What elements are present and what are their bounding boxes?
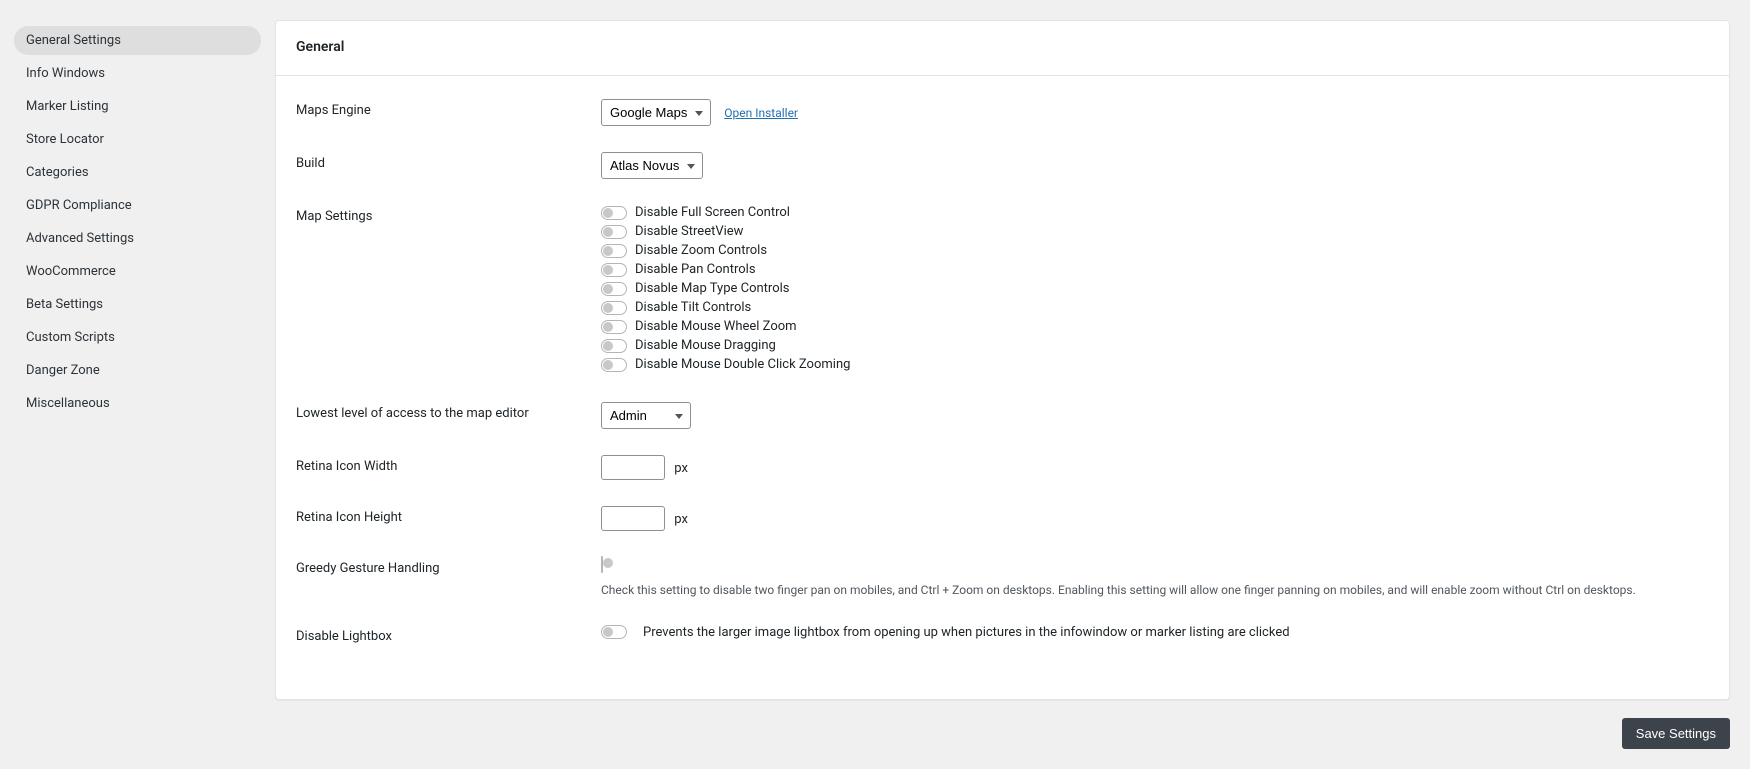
sidebar-item-advanced-settings[interactable]: Advanced Settings	[14, 224, 261, 253]
sidebar-item-label: Custom Scripts	[26, 330, 115, 345]
label-access-level: Lowest level of access to the map editor	[296, 402, 601, 421]
sidebar-item-label: WooCommerce	[26, 264, 116, 279]
settings-panel: General Maps Engine Google Maps Open Ins…	[275, 20, 1730, 700]
access-level-select[interactable]: Admin	[601, 402, 691, 429]
toggle-disable-full-screen-control[interactable]	[601, 206, 627, 220]
sidebar-item-label: Danger Zone	[26, 363, 100, 378]
unit-suffix: px	[674, 512, 688, 527]
sidebar-item-beta-settings[interactable]: Beta Settings	[14, 290, 261, 319]
row-greedy-gesture: Greedy Gesture Handling Check this setti…	[296, 544, 1709, 612]
sidebar-item-store-locator[interactable]: Store Locator	[14, 125, 261, 154]
panel-title: General	[276, 21, 1729, 76]
label-greedy-gesture: Greedy Gesture Handling	[296, 557, 601, 576]
page-footer: Save Settings	[0, 700, 1750, 769]
sidebar-item-custom-scripts[interactable]: Custom Scripts	[14, 323, 261, 352]
sidebar-item-miscellaneous[interactable]: Miscellaneous	[14, 389, 261, 418]
sidebar-item-info-windows[interactable]: Info Windows	[14, 59, 261, 88]
toggle-greedy-gesture[interactable]	[601, 556, 603, 573]
label-build: Build	[296, 152, 601, 171]
toggle-disable-mouse-wheel-zoom[interactable]	[601, 320, 627, 334]
label-map-settings: Map Settings	[296, 205, 601, 224]
label-disable-lightbox: Disable Lightbox	[296, 625, 601, 644]
build-select[interactable]: Atlas Novus	[601, 152, 703, 179]
row-maps-engine: Maps Engine Google Maps Open Installer	[296, 86, 1709, 139]
sidebar-item-label: General Settings	[26, 33, 121, 48]
toggle-label: Disable Mouse Wheel Zoom	[635, 319, 797, 334]
toggle-disable-zoom-controls[interactable]	[601, 244, 627, 258]
sidebar-item-label: Categories	[26, 165, 89, 180]
save-settings-button[interactable]: Save Settings	[1622, 718, 1730, 749]
label-retina-height: Retina Icon Height	[296, 506, 601, 525]
row-access-level: Lowest level of access to the map editor…	[296, 389, 1709, 442]
sidebar-item-general-settings[interactable]: General Settings	[14, 26, 261, 55]
helper-greedy-gesture: Check this setting to disable two finger…	[601, 582, 1709, 599]
retina-height-input[interactable]	[601, 506, 665, 531]
retina-width-input[interactable]	[601, 455, 665, 480]
toggle-disable-map-type-controls[interactable]	[601, 282, 627, 296]
toggle-disable-tilt-controls[interactable]	[601, 301, 627, 315]
sidebar-item-marker-listing[interactable]: Marker Listing	[14, 92, 261, 121]
toggle-disable-mouse-dragging[interactable]	[601, 339, 627, 353]
sidebar-item-label: GDPR Compliance	[26, 198, 132, 213]
toggle-label: Disable Full Screen Control	[635, 205, 790, 220]
toggle-disable-pan-controls[interactable]	[601, 263, 627, 277]
sidebar-item-label: Info Windows	[26, 66, 105, 81]
sidebar-item-label: Marker Listing	[26, 99, 109, 114]
row-map-settings: Map Settings Disable Full Screen Control…	[296, 192, 1709, 389]
toggle-disable-lightbox[interactable]	[601, 625, 627, 639]
row-disable-lightbox: Disable Lightbox Prevents the larger ima…	[296, 612, 1709, 657]
toggle-label: Disable Mouse Double Click Zooming	[635, 357, 850, 372]
row-retina-height: Retina Icon Height px	[296, 493, 1709, 544]
sidebar-item-gdpr-compliance[interactable]: GDPR Compliance	[14, 191, 261, 220]
label-retina-width: Retina Icon Width	[296, 455, 601, 474]
toggle-label: Disable Tilt Controls	[635, 300, 751, 315]
open-installer-link[interactable]: Open Installer	[724, 106, 798, 120]
desc-disable-lightbox: Prevents the larger image lightbox from …	[643, 625, 1290, 640]
sidebar-item-categories[interactable]: Categories	[14, 158, 261, 187]
unit-suffix: px	[674, 461, 688, 476]
row-retina-width: Retina Icon Width px	[296, 442, 1709, 493]
toggle-label: Disable Zoom Controls	[635, 243, 767, 258]
sidebar-item-label: Miscellaneous	[26, 396, 110, 411]
sidebar-item-danger-zone[interactable]: Danger Zone	[14, 356, 261, 385]
sidebar-item-label: Store Locator	[26, 132, 104, 147]
maps-engine-select[interactable]: Google Maps	[601, 99, 711, 126]
toggle-label: Disable Mouse Dragging	[635, 338, 776, 353]
sidebar-item-label: Beta Settings	[26, 297, 103, 312]
label-maps-engine: Maps Engine	[296, 99, 601, 118]
sidebar-item-label: Advanced Settings	[26, 231, 134, 246]
toggle-label: Disable Map Type Controls	[635, 281, 789, 296]
toggle-disable-mouse-double-click-zooming[interactable]	[601, 358, 627, 372]
toggle-disable-streetview[interactable]	[601, 225, 627, 239]
row-build: Build Atlas Novus	[296, 139, 1709, 192]
settings-sidebar: General Settings Info Windows Marker Lis…	[0, 20, 275, 700]
toggle-label: Disable StreetView	[635, 224, 743, 239]
toggle-label: Disable Pan Controls	[635, 262, 756, 277]
sidebar-item-woocommerce[interactable]: WooCommerce	[14, 257, 261, 286]
